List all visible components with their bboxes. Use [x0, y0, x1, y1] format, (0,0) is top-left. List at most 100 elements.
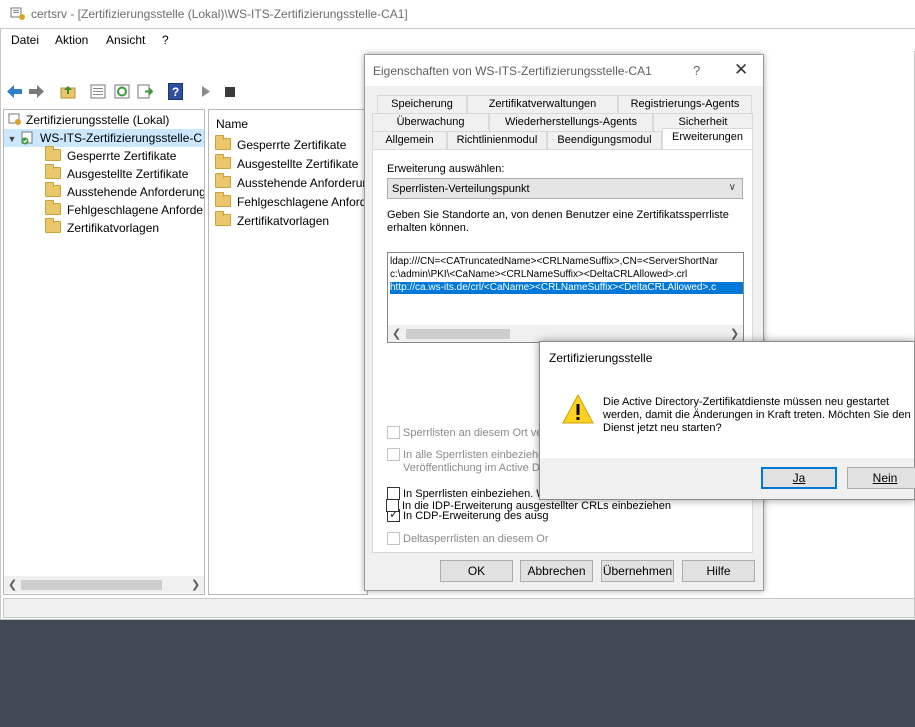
locations-description: Geben Sie Standorte an, von denen Benutz…	[387, 209, 729, 221]
locations-description-line2: erhalten können.	[387, 222, 469, 234]
scroll-left-icon[interactable]: ❮	[8, 578, 17, 591]
yes-button[interactable]: Ja	[761, 467, 837, 489]
tab-wiederherstellungs-agents[interactable]: Wiederherstellungs-Agents	[489, 113, 653, 131]
list-item-label: Zertifikatvorlagen	[237, 214, 330, 228]
scroll-thumb[interactable]	[406, 329, 510, 339]
properties-dialog: Eigenschaften von WS-ITS-Zertifizierungs…	[364, 54, 764, 591]
checkbox-publish-crl[interactable]	[387, 426, 400, 439]
list-item[interactable]: Fehlgeschlagene Anforde	[215, 192, 367, 211]
extension-dropdown-value: Sperrlisten-Verteilungspunkt	[392, 183, 530, 195]
up-folder-icon[interactable]	[60, 84, 76, 99]
menu-datei[interactable]: Datei	[11, 33, 39, 47]
tree-item-pending[interactable]: Ausstehende Anforderung	[45, 182, 205, 201]
tab-speicherung[interactable]: Speicherung	[377, 95, 467, 113]
dialog-close-icon[interactable]: ✕	[734, 60, 748, 80]
tree-item-ca[interactable]: ▼ WS-ITS-Zertifizierungsstelle-C	[4, 129, 204, 148]
tree-horizontal-scrollbar[interactable]: ❮ ❯	[4, 576, 204, 593]
list-item-label: Gesperrte Zertifikate	[237, 138, 347, 152]
folder-icon	[215, 173, 231, 188]
forward-arrow-icon[interactable]	[28, 84, 45, 99]
tree-item-label: Gesperrte Zertifikate	[67, 149, 177, 163]
dialog-titlebar: Eigenschaften von WS-ITS-Zertifizierungs…	[365, 55, 763, 86]
list-item[interactable]: Gesperrte Zertifikate	[215, 135, 347, 154]
crl-locations-list[interactable]: ldap:///CN=<CATruncatedName><CRLNameSuff…	[387, 252, 744, 343]
folder-icon	[45, 182, 61, 197]
cancel-button[interactable]: Abbrechen	[520, 560, 593, 582]
no-button[interactable]: Nein	[847, 467, 915, 489]
tab-erweiterungen[interactable]: Erweiterungen	[662, 128, 753, 149]
yes-button-label: Ja	[792, 471, 806, 485]
tree-root[interactable]: Zertifizierungsstelle (Lokal)	[8, 111, 169, 129]
tree-item-label: Fehlgeschlagene Anforder	[67, 203, 205, 217]
folder-icon	[45, 146, 61, 161]
list-item[interactable]: Zertifikatvorlagen	[215, 211, 330, 230]
checkbox-include-all-crls[interactable]	[387, 448, 400, 461]
tree-root-label: Zertifizierungsstelle (Lokal)	[26, 113, 170, 127]
scroll-left-icon[interactable]: ❮	[392, 327, 401, 340]
help-icon[interactable]: ?	[168, 83, 183, 100]
tree-item-issued[interactable]: Ausgestellte Zertifikate	[45, 164, 189, 183]
checkbox-include-in-crls-label: In Sperrlisten einbeziehen. W	[403, 488, 547, 500]
help-button[interactable]: Hilfe	[682, 560, 755, 582]
collapse-chevron-icon[interactable]: ▼	[4, 130, 20, 148]
folder-icon	[215, 154, 231, 169]
dialog-title: Eigenschaften von WS-ITS-Zertifizierungs…	[373, 64, 652, 78]
back-arrow-icon[interactable]	[6, 84, 23, 99]
checkbox-publish-delta[interactable]	[387, 532, 400, 545]
menu-ansicht[interactable]: Ansicht	[106, 33, 145, 47]
column-header-name[interactable]: Name	[216, 115, 248, 133]
dialog-help-button[interactable]: ?	[693, 63, 700, 78]
certsrv-icon	[8, 113, 21, 125]
export-list-icon[interactable]	[137, 84, 153, 99]
tab-beendigungsmodul[interactable]: Beendigungsmodul	[547, 131, 662, 149]
tree-item-templates[interactable]: Zertifikatvorlagen	[45, 218, 159, 237]
tab-registrierungs-agents[interactable]: Registrierungs-Agents	[618, 95, 752, 113]
chevron-down-icon: ∨	[728, 182, 736, 193]
tab-zertifikatverwaltungen[interactable]: Zertifikatverwaltungen	[467, 95, 618, 113]
tab-ueberwachung[interactable]: Überwachung	[372, 113, 489, 131]
list-item[interactable]: Ausgestellte Zertifikate	[215, 154, 359, 173]
warning-icon	[562, 394, 594, 424]
certsrv-app-icon	[10, 7, 25, 20]
scroll-right-icon[interactable]: ❯	[191, 578, 200, 591]
list-item-label: Ausstehende Anforderun	[237, 176, 368, 190]
tree-item-label: Ausgestellte Zertifikate	[67, 167, 189, 181]
tree-item-ca-label: WS-ITS-Zertifizierungsstelle-C	[40, 131, 203, 145]
ok-button[interactable]: OK	[440, 560, 513, 582]
tree-item-label: Ausstehende Anforderung	[67, 185, 205, 199]
stop-service-icon[interactable]	[225, 87, 235, 97]
tree-pane: Zertifizierungsstelle (Lokal) ▼ WS-ITS-Ze…	[3, 109, 205, 595]
tab-allgemein[interactable]: Allgemein	[372, 131, 447, 149]
tree-item-failed[interactable]: Fehlgeschlagene Anforder	[45, 200, 205, 219]
checkbox-include-all-crls-label: In alle Sperrlisten einbeziehen	[403, 449, 551, 461]
crl-location-item[interactable]: c:\admin\PKI\<CaName><CRLNameSuffix><Del…	[390, 269, 687, 281]
list-item-label: Ausgestellte Zertifikate	[237, 157, 359, 171]
window-title: certsrv - [Zertifizierungsstelle (Lokal)…	[31, 7, 408, 21]
tab-richtlinienmodul[interactable]: Richtlinienmodul	[447, 131, 547, 149]
message-content: Zertifizierungsstelle Die Active Directo…	[540, 342, 914, 458]
checkbox-publish-delta-label: Deltasperrlisten an diesem Or	[403, 533, 549, 545]
folder-icon	[215, 135, 231, 150]
apply-button[interactable]: Übernehmen	[601, 560, 674, 582]
folder-icon	[45, 164, 61, 179]
list-pane: Name Gesperrte Zertifikate Ausgestellte …	[208, 109, 368, 595]
menu-help[interactable]: ?	[162, 33, 169, 47]
menu-aktion[interactable]: Aktion	[55, 33, 88, 47]
crl-location-item-selected[interactable]: http://ca.ws-its.de/crl/<CaName><CRLName…	[390, 282, 743, 294]
crl-location-item[interactable]: ldap:///CN=<CATruncatedName><CRLNameSuff…	[390, 256, 718, 268]
start-service-icon[interactable]	[201, 86, 211, 97]
list-item[interactable]: Ausstehende Anforderun	[215, 173, 368, 192]
scroll-thumb[interactable]	[21, 580, 162, 590]
show-hide-tree-icon[interactable]	[90, 84, 106, 99]
checkbox-include-idp[interactable]	[386, 499, 399, 512]
scroll-right-icon[interactable]: ❯	[730, 327, 739, 340]
restart-message-box: Zertifizierungsstelle Die Active Directo…	[539, 341, 915, 500]
extension-dropdown[interactable]: Sperrlisten-Verteilungspunkt ∨	[387, 178, 743, 199]
status-bar	[3, 598, 915, 618]
refresh-icon[interactable]	[114, 84, 130, 99]
svg-text:?: ?	[172, 85, 179, 99]
folder-icon	[215, 211, 231, 226]
menu-bar: Datei Aktion Ansicht ?	[1, 29, 915, 51]
tree-item-revoked[interactable]: Gesperrte Zertifikate	[45, 146, 177, 165]
locations-horizontal-scrollbar[interactable]: ❮ ❯	[388, 325, 743, 342]
